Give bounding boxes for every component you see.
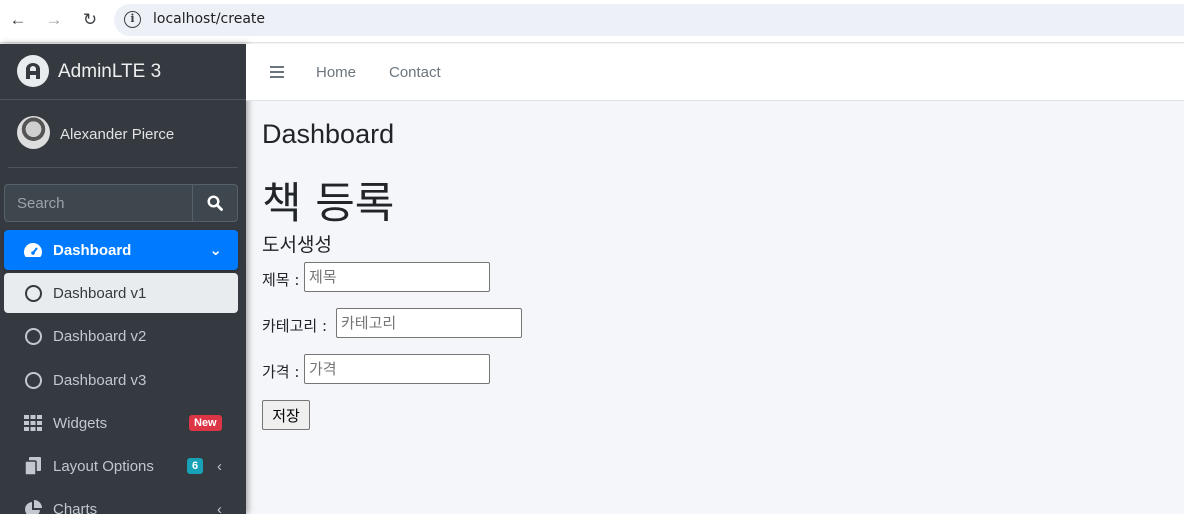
title-input[interactable] <box>304 262 490 292</box>
sidebar-item-dashboard-v2[interactable]: Dashboard v2 <box>4 316 238 356</box>
sidebar-item-label: Dashboard v3 <box>53 371 147 389</box>
address-bar[interactable]: i localhost/create <box>114 4 1184 36</box>
category-label: 카테고리 : <box>262 317 328 335</box>
new-badge: New <box>189 415 222 431</box>
copy-icon <box>23 457 43 475</box>
browser-toolbar: ← → ↻ i localhost/create <box>0 0 1184 43</box>
price-input[interactable] <box>304 354 490 384</box>
sidebar-item-label: Widgets <box>53 414 108 432</box>
sidebar-item-dashboard[interactable]: Dashboard ⌄ <box>4 230 238 270</box>
reload-icon[interactable]: ↻ <box>79 9 101 31</box>
search-button[interactable] <box>192 185 237 221</box>
chevron-left-icon: ‹ <box>217 500 222 514</box>
tachometer-icon <box>23 242 43 258</box>
back-arrow-icon[interactable]: ← <box>7 9 29 31</box>
nav-link-home[interactable]: Home <box>316 64 356 81</box>
circle-icon <box>23 284 43 302</box>
sidebar-item-layout-options[interactable]: Layout Options 6 ‹ <box>4 446 238 486</box>
sidebar: AdminLTE 3 Alexander Pierce Dashboard ⌄ … <box>0 44 246 514</box>
user-name[interactable]: Alexander Pierce <box>60 126 174 143</box>
sidebar-item-dashboard-v3[interactable]: Dashboard v3 <box>4 360 238 400</box>
brand-link[interactable]: AdminLTE 3 <box>0 44 246 100</box>
chevron-down-icon: ⌄ <box>209 242 222 259</box>
page-title: Dashboard <box>262 119 395 149</box>
title-label: 제목 : <box>262 271 300 289</box>
url-text: localhost/create <box>153 11 265 27</box>
user-panel[interactable]: Alexander Pierce <box>8 100 238 168</box>
form-subheading: 도서생성 <box>262 234 332 256</box>
circle-icon <box>23 327 43 345</box>
chevron-left-icon: ‹ <box>217 457 222 475</box>
price-label: 가격 : <box>262 363 300 381</box>
pie-chart-icon <box>23 500 43 514</box>
avatar <box>17 116 50 149</box>
circle-icon <box>23 371 43 389</box>
save-button[interactable]: 저장 <box>262 400 310 430</box>
adminlte-logo-icon <box>17 55 49 87</box>
brand-text: AdminLTE 3 <box>58 61 162 82</box>
sidebar-item-label: Dashboard <box>53 241 132 259</box>
forward-arrow-icon[interactable]: → <box>43 9 65 31</box>
top-navbar: Home Contact <box>246 44 1184 101</box>
category-input[interactable] <box>336 308 522 338</box>
sidebar-item-label: Charts <box>53 500 98 514</box>
sidebar-item-charts[interactable]: Charts ‹ <box>4 489 238 514</box>
form-heading: 책 등록 <box>262 179 395 229</box>
nav-link-contact[interactable]: Contact <box>389 64 441 81</box>
sidebar-search <box>4 184 238 222</box>
sidebar-item-label: Dashboard v1 <box>53 284 147 302</box>
sidebar-item-dashboard-v1[interactable]: Dashboard v1 <box>4 273 238 313</box>
sidebar-item-label: Layout Options <box>53 457 154 475</box>
search-input[interactable] <box>5 185 193 221</box>
grid-icon <box>23 415 43 431</box>
sidebar-item-widgets[interactable]: Widgets New <box>4 403 238 443</box>
hamburger-menu-icon[interactable] <box>270 66 284 81</box>
sidebar-item-label: Dashboard v2 <box>53 327 147 345</box>
site-info-icon[interactable]: i <box>124 11 141 28</box>
search-icon <box>206 195 223 211</box>
count-badge: 6 <box>187 458 204 474</box>
